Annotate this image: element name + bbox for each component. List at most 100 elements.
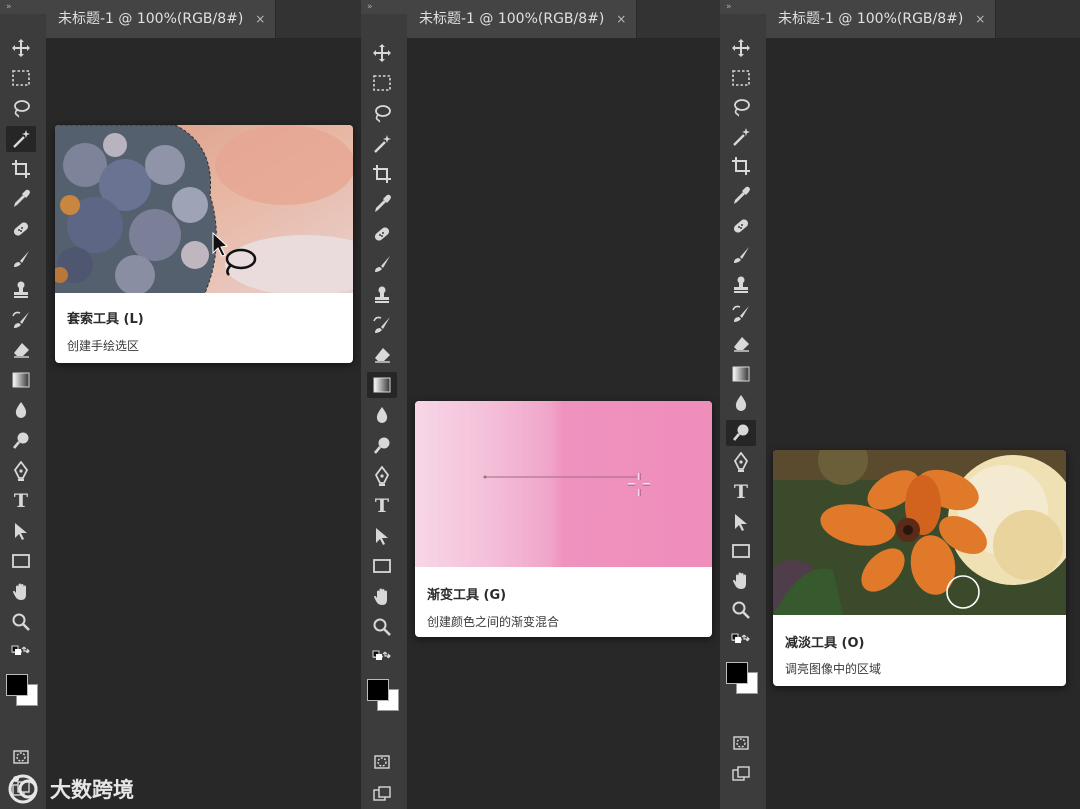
panel-collapse-grip[interactable]: » bbox=[0, 0, 46, 14]
crop-tool[interactable] bbox=[6, 156, 36, 182]
quick-mask-tool[interactable] bbox=[6, 744, 36, 770]
hand-tool[interactable] bbox=[726, 568, 756, 594]
brush-tool[interactable] bbox=[6, 246, 36, 272]
lasso-tool[interactable] bbox=[726, 94, 756, 120]
magic-wand-tool[interactable] bbox=[367, 131, 397, 157]
eraser-tool[interactable] bbox=[726, 331, 756, 357]
gradient-tool[interactable] bbox=[367, 372, 397, 399]
path-select-tool[interactable] bbox=[6, 518, 36, 544]
dodge-tool[interactable] bbox=[726, 419, 756, 446]
eyedropper-tool[interactable] bbox=[367, 191, 397, 217]
eraser-tool[interactable] bbox=[6, 337, 36, 363]
color-swatches[interactable] bbox=[367, 679, 399, 712]
eraser-icon bbox=[731, 334, 751, 354]
rectangle-tool[interactable] bbox=[726, 538, 756, 564]
lasso-tool[interactable] bbox=[6, 95, 36, 121]
move-tool[interactable] bbox=[6, 35, 36, 61]
type-tool[interactable]: T bbox=[6, 488, 36, 514]
eyedropper-tool[interactable] bbox=[726, 183, 756, 209]
screen-mode-tool[interactable] bbox=[367, 781, 397, 807]
pen-tool[interactable] bbox=[367, 463, 397, 489]
close-icon[interactable]: × bbox=[255, 0, 265, 38]
foreground-color-swatch[interactable] bbox=[6, 674, 28, 697]
eraser-icon bbox=[372, 345, 392, 365]
hand-tool[interactable] bbox=[367, 584, 397, 610]
type-icon: T bbox=[13, 490, 29, 512]
screen-mode-tool[interactable] bbox=[726, 761, 756, 787]
eyedropper-tool[interactable] bbox=[6, 186, 36, 212]
brush-tool[interactable] bbox=[726, 242, 756, 268]
zoom-tool[interactable] bbox=[726, 597, 756, 623]
path-select-tool[interactable] bbox=[726, 509, 756, 535]
swap-colors-tool[interactable] bbox=[6, 644, 36, 664]
foreground-color-swatch[interactable] bbox=[726, 661, 748, 684]
hand-tool[interactable] bbox=[6, 579, 36, 605]
dodge-tool[interactable] bbox=[367, 433, 397, 459]
tools-panel: » T bbox=[0, 0, 47, 809]
history-brush-tool[interactable] bbox=[726, 301, 756, 327]
foreground-color-swatch[interactable] bbox=[367, 679, 389, 702]
lasso-tool[interactable] bbox=[367, 100, 397, 126]
blur-tool[interactable] bbox=[726, 390, 756, 416]
blur-icon bbox=[11, 400, 31, 420]
healing-tool[interactable] bbox=[6, 216, 36, 242]
document-tab-bar: 未标题-1 @ 100%(RGB/8#) × bbox=[46, 0, 361, 38]
close-icon[interactable]: × bbox=[616, 0, 626, 38]
brush-icon bbox=[372, 254, 392, 274]
history-brush-tool[interactable] bbox=[367, 312, 397, 338]
swap-colors-tool[interactable] bbox=[367, 649, 397, 669]
type-tool[interactable]: T bbox=[367, 493, 397, 519]
stamp-tool[interactable] bbox=[367, 282, 397, 308]
eraser-tool[interactable] bbox=[367, 342, 397, 368]
move-tool[interactable] bbox=[726, 35, 756, 61]
zoom-tool[interactable] bbox=[367, 614, 397, 640]
marquee-tool[interactable] bbox=[726, 65, 756, 91]
blur-tool[interactable] bbox=[6, 397, 36, 423]
gradient-icon bbox=[11, 370, 31, 390]
zoom-icon bbox=[11, 612, 31, 632]
marquee-tool[interactable] bbox=[6, 65, 36, 91]
magic-wand-tool[interactable] bbox=[6, 125, 36, 152]
color-swatches[interactable] bbox=[726, 661, 758, 694]
zoom-tool[interactable] bbox=[6, 609, 36, 635]
history-brush-tool[interactable] bbox=[6, 307, 36, 333]
blur-tool[interactable] bbox=[367, 402, 397, 428]
marquee-tool[interactable] bbox=[367, 70, 397, 96]
gradient-tool[interactable] bbox=[726, 361, 756, 387]
healing-tool[interactable] bbox=[367, 221, 397, 247]
swap-colors-tool[interactable] bbox=[726, 632, 756, 652]
panel-collapse-grip[interactable]: » bbox=[361, 0, 407, 14]
quick-mask-tool[interactable] bbox=[726, 730, 756, 756]
close-icon[interactable]: × bbox=[975, 0, 985, 38]
pen-tool[interactable] bbox=[6, 458, 36, 484]
dodge-icon bbox=[11, 431, 31, 451]
type-tool[interactable]: T bbox=[726, 479, 756, 505]
stamp-icon bbox=[731, 275, 751, 295]
magic-wand-tool[interactable] bbox=[726, 124, 756, 150]
gradient-tool[interactable] bbox=[6, 367, 36, 393]
stamp-tool[interactable] bbox=[6, 277, 36, 303]
crop-tool[interactable] bbox=[367, 161, 397, 187]
pen-tool[interactable] bbox=[726, 449, 756, 475]
gradient-icon bbox=[731, 364, 751, 384]
stamp-tool[interactable] bbox=[726, 272, 756, 298]
move-tool[interactable] bbox=[367, 40, 397, 66]
watermark-text: 大数跨境 bbox=[50, 778, 134, 802]
document-tab[interactable]: 未标题-1 @ 100%(RGB/8#) × bbox=[46, 0, 277, 38]
healing-tool[interactable] bbox=[726, 213, 756, 239]
panel-collapse-grip[interactable]: » bbox=[720, 0, 766, 14]
rectangle-tool[interactable] bbox=[367, 553, 397, 579]
path-select-tool[interactable] bbox=[367, 523, 397, 549]
rectangle-tool[interactable] bbox=[6, 548, 36, 574]
crop-tool[interactable] bbox=[726, 153, 756, 179]
pen-icon bbox=[731, 452, 751, 473]
tool-tooltip-card: 套索工具 (L) 创建手绘选区 bbox=[55, 125, 353, 363]
blur-icon bbox=[731, 393, 751, 413]
crop-icon bbox=[731, 156, 751, 176]
document-tab[interactable]: 未标题-1 @ 100%(RGB/8#) × bbox=[766, 0, 997, 38]
color-swatches[interactable] bbox=[6, 674, 38, 707]
document-tab[interactable]: 未标题-1 @ 100%(RGB/8#) × bbox=[407, 0, 638, 38]
brush-tool[interactable] bbox=[367, 251, 397, 277]
dodge-tool[interactable] bbox=[6, 428, 36, 454]
quick-mask-tool[interactable] bbox=[367, 749, 397, 775]
